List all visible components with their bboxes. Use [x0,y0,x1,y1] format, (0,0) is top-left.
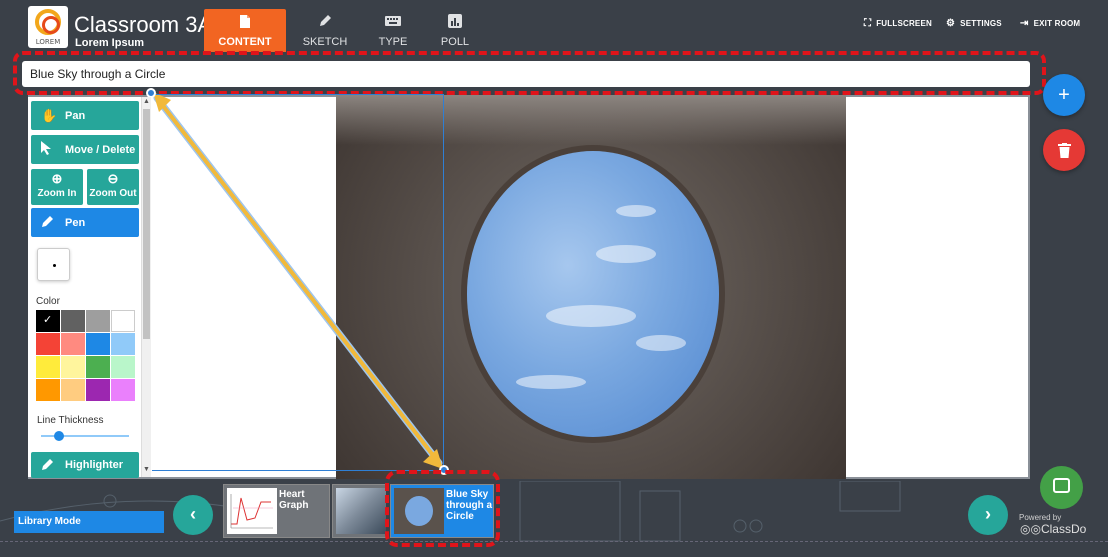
slide-thumbnail-heart-graph[interactable]: Heart Graph [223,484,330,538]
color-swatch[interactable] [86,356,110,378]
color-swatch[interactable] [86,379,110,401]
color-swatch[interactable] [61,379,85,401]
color-swatch[interactable] [36,356,60,378]
exit-icon: ⇥ [1020,18,1029,29]
zoom-in-label: Zoom In [37,188,77,199]
add-button[interactable]: + [1043,74,1085,116]
classdo-logo: ◎◎ClassDo [1020,522,1086,536]
zoom-in-icon: ⊕ [51,171,63,186]
classroom-name: Classroom 3A [74,12,213,37]
file-icon [204,14,286,36]
zoom-in-button[interactable]: ⊕ Zoom In [31,169,83,205]
pen-button[interactable]: Pen [31,208,139,237]
color-swatch[interactable] [61,310,85,332]
color-swatch[interactable] [111,310,135,332]
delete-button[interactable] [1043,129,1085,171]
sky-circle [467,151,719,437]
fullscreen-button[interactable]: ⛶ FULLSCREEN [864,18,932,29]
blue-sky-label: Blue Sky through a Circle [446,489,493,522]
city-illustration [0,481,901,542]
plus-icon: + [1058,84,1070,106]
color-swatch[interactable] [36,379,60,401]
content-title-input[interactable] [22,61,1030,87]
blue-sky-thumbnail-image [394,488,444,534]
color-swatch[interactable] [61,333,85,355]
tab-poll-label: POLL [440,36,470,48]
classroom-subtitle: Lorem Ipsum [75,37,145,49]
gear-icon: ⚙ [946,18,956,29]
chat-button[interactable] [1040,466,1083,509]
highlighter-label: Highlighter [65,459,124,471]
chevron-left-icon: ‹ [190,504,196,524]
classroom-logo: LOREM [28,6,68,48]
fullscreen-icon: ⛶ [864,18,872,29]
color-palette [36,310,135,401]
highlighter-button[interactable]: Highlighter [31,452,139,478]
color-swatch[interactable] [36,310,60,332]
settings-button[interactable]: ⚙ SETTINGS [946,18,1002,29]
move-delete-button[interactable]: Move / Delete [31,135,139,164]
highlighter-icon [41,457,59,474]
pen-label: Pen [65,216,86,229]
library-mode-toggle[interactable]: Library Mode [14,511,164,533]
zoom-out-icon: ⊖ [107,171,119,186]
exit-room-button[interactable]: ⇥ EXIT ROOM [1020,18,1080,29]
exit-room-label: EXIT ROOM [1033,19,1081,28]
fullscreen-label: FULLSCREEN [876,19,932,28]
slide-strip [0,481,1108,557]
color-swatch[interactable] [111,333,135,355]
zoom-out-label: Zoom Out [89,188,137,199]
heart-graph-label: Heart Graph [279,489,309,511]
arrow-annotation [153,92,443,469]
slide-thumbnail-blue-sky[interactable]: Blue Sky through a Circle [390,484,494,538]
trash-icon [1057,139,1071,161]
slide-thumbnail-photo[interactable] [332,484,386,538]
resize-handle-bottom-right[interactable] [439,465,449,475]
brush-size-preview[interactable] [37,248,70,281]
line-thickness-slider[interactable] [41,431,129,441]
color-label: Color [36,296,60,307]
pan-label: Pan [65,109,86,122]
line-thickness-label: Line Thickness [37,415,104,426]
top-bar: LOREM Classroom 3A Lorem Ipsum CONTENT S… [0,0,1108,56]
tab-content-label: CONTENT [218,36,272,48]
move-delete-label: Move / Delete [65,143,136,156]
next-slide-button[interactable]: › [968,495,1008,535]
color-swatch[interactable] [86,333,110,355]
zoom-out-button[interactable]: ⊖ Zoom Out [87,169,139,205]
slider-knob[interactable] [53,431,64,441]
tab-poll[interactable]: POLL [414,9,496,52]
previous-slide-button[interactable]: ‹ [173,495,213,535]
logo-text: LOREM [35,38,61,46]
color-swatch[interactable] [111,356,135,378]
settings-label: SETTINGS [960,19,1002,28]
pan-button[interactable]: ✋ Pan [31,101,139,130]
color-swatch[interactable] [86,310,110,332]
classdo-logo-mark: ◎◎ [1020,522,1041,536]
powered-by-label: Powered by [1019,513,1062,522]
classdo-brand: ClassDo [1040,522,1087,536]
cursor-icon [41,141,59,158]
tool-panel-scrollbar[interactable]: ▲ ▼ [141,97,151,477]
pen-icon [41,214,59,231]
chevron-right-icon: › [985,504,991,524]
hand-icon: ✋ [41,107,58,123]
color-swatch[interactable] [111,379,135,401]
tab-content[interactable]: CONTENT [204,9,286,52]
chart-icon [414,14,496,36]
color-swatch[interactable] [36,333,60,355]
heart-graph-thumbnail-image [227,488,277,534]
color-swatch[interactable] [61,356,85,378]
photo-thumbnail-image [336,488,386,534]
chat-icon [1053,478,1070,493]
